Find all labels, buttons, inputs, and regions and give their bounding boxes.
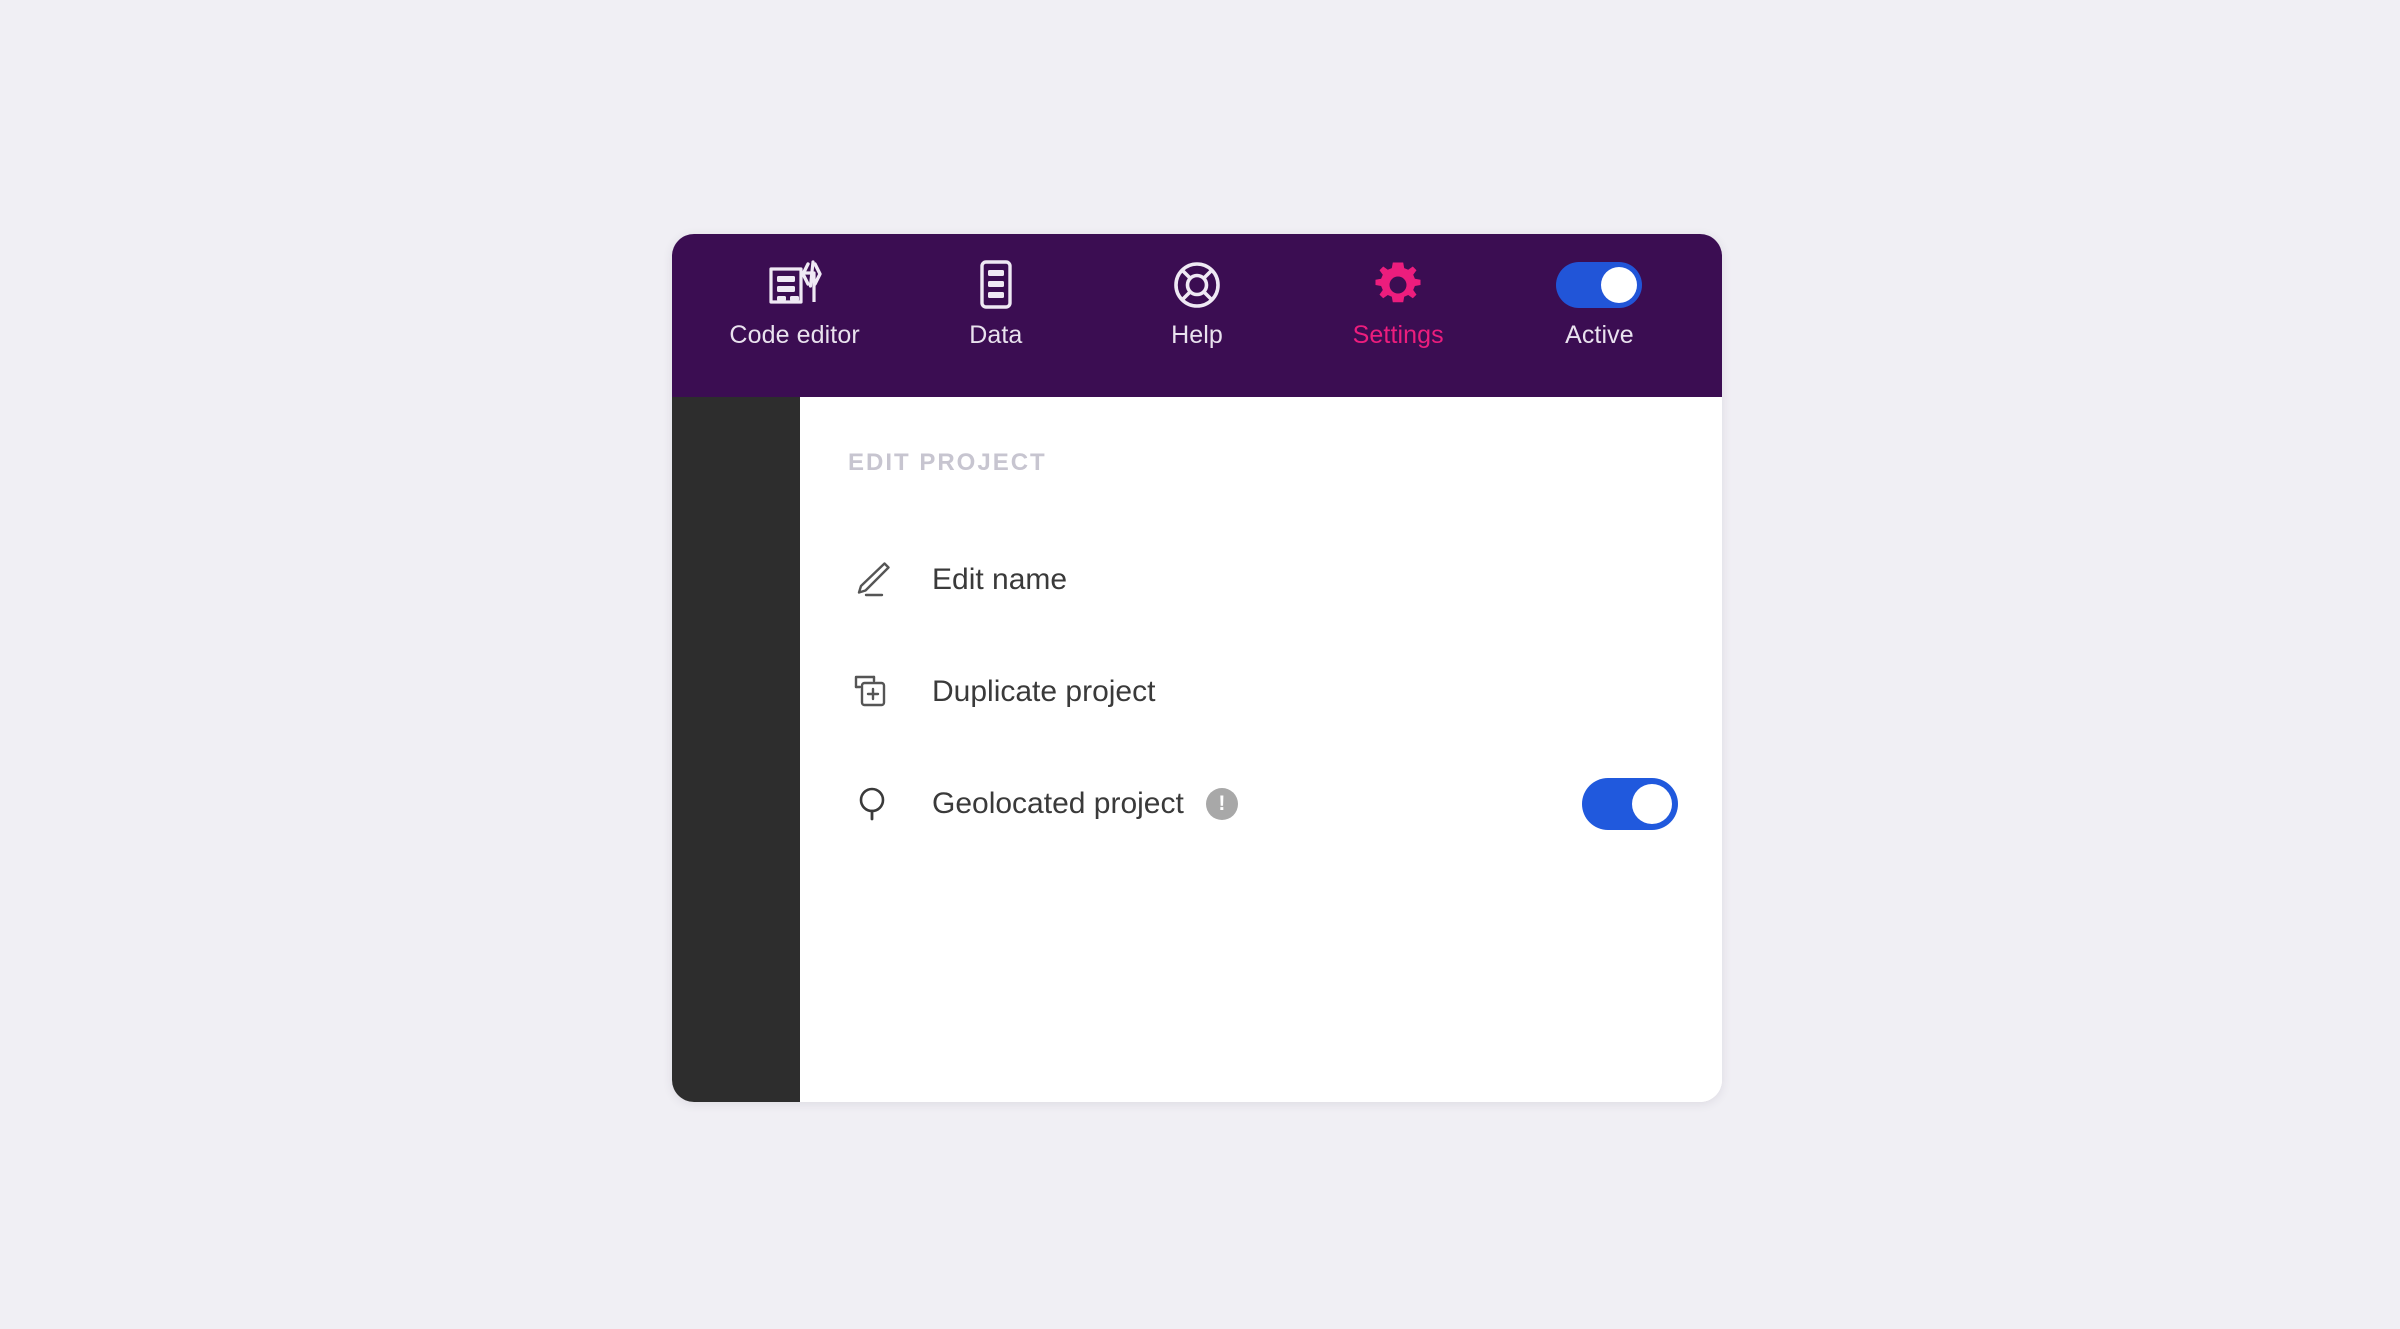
menu-row-edit-name[interactable]: Edit name (848, 543, 1722, 617)
active-toggle[interactable] (1556, 262, 1643, 308)
nav-item-help-label: Help (1171, 321, 1223, 349)
copy-plus-icon (848, 668, 910, 716)
nav-item-data[interactable]: Data (895, 234, 1096, 397)
lifebuoy-help-icon (1172, 256, 1222, 314)
active-toggle-knob (1601, 267, 1638, 303)
location-pin-icon (848, 780, 910, 828)
side-rail (672, 397, 800, 1102)
nav-item-help[interactable]: Help (1096, 234, 1297, 397)
menu-row-geolocated-project-label: Geolocated project (932, 787, 1184, 820)
menu-row-duplicate-project-label: Duplicate project (932, 675, 1156, 708)
code-editor-icon (767, 256, 823, 314)
gear-icon (1373, 256, 1423, 314)
menu-row-geolocated-project[interactable]: Geolocated project ! (848, 767, 1722, 841)
nav-item-data-label: Data (969, 321, 1023, 349)
info-badge-icon[interactable]: ! (1205, 788, 1238, 820)
settings-content-panel: EDIT PROJECT Edit name Duplicate project… (800, 397, 1722, 1102)
nav-item-code-editor[interactable]: Code editor (694, 234, 895, 397)
menu-row-edit-name-label: Edit name (932, 563, 1068, 596)
geolocated-project-toggle[interactable] (1582, 778, 1678, 830)
data-list-icon (974, 256, 1018, 314)
toggle-switch-icon (1556, 256, 1643, 314)
section-title: EDIT PROJECT (848, 449, 1047, 476)
nav-item-settings-label: Settings (1352, 321, 1444, 349)
window-body: EDIT PROJECT Edit name Duplicate project… (672, 397, 1722, 1102)
nav-item-settings[interactable]: Settings (1298, 234, 1499, 397)
menu-row-duplicate-project[interactable]: Duplicate project (848, 655, 1722, 729)
app-window: Code editor Data Help Settings Active ED… (672, 234, 1722, 1102)
pencil-icon (848, 556, 910, 604)
nav-item-code-editor-label: Code editor (729, 321, 860, 349)
geolocated-project-toggle-knob (1632, 784, 1672, 824)
top-navigation-bar: Code editor Data Help Settings Active (672, 234, 1722, 397)
nav-item-active-label: Active (1565, 321, 1634, 349)
nav-item-active[interactable]: Active (1499, 234, 1700, 397)
